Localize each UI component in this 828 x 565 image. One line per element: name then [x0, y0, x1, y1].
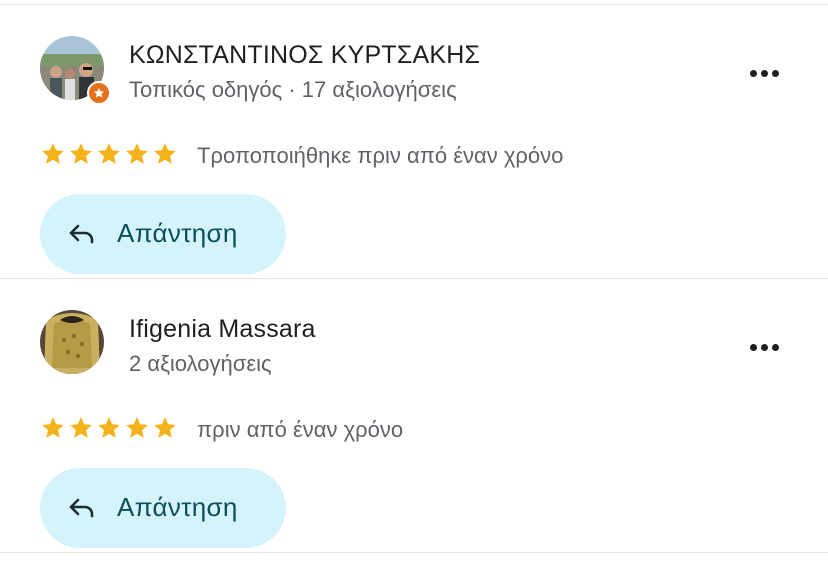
review-card: Ifigenia Massara 2 αξιολογήσεις πριν από…	[0, 279, 828, 553]
more-dots-icon	[749, 343, 757, 351]
review-date: πριν από έναν χρόνο	[197, 417, 404, 442]
review-list: ΚΩΝΣΤΑΝΤΙΝΟΣ ΚΥΡΤΣΑΚΗΣ Τοπικός οδηγός · …	[0, 0, 828, 565]
reply-arrow-icon	[69, 224, 94, 244]
avatar-photo	[40, 310, 104, 374]
reply-button-label: Απάντηση	[117, 492, 238, 522]
star-icon	[42, 417, 64, 438]
star-icon	[70, 143, 92, 164]
star-icon	[98, 417, 120, 438]
more-options-button[interactable]	[742, 55, 786, 91]
reply-button-label: Απάντηση	[117, 218, 238, 248]
star-icon	[70, 417, 92, 438]
star-icon	[98, 143, 120, 164]
reply-arrow-icon	[69, 498, 94, 518]
star-icon	[154, 143, 176, 164]
reviewer-meta: Τοπικός οδηγός · 17 αξιολογήσεις	[129, 77, 457, 102]
star-icon	[154, 417, 176, 438]
divider	[0, 552, 828, 553]
avatar[interactable]	[40, 310, 104, 374]
review-date: Τροποποιήθηκε πριν από έναν χρόνο	[197, 143, 564, 168]
reply-button[interactable]: Απάντηση	[40, 194, 286, 274]
more-options-button[interactable]	[742, 329, 786, 365]
reviewer-name[interactable]: ΚΩΝΣΤΑΝΤΙΝΟΣ ΚΥΡΤΣΑΚΗΣ	[129, 41, 480, 70]
star-icon	[42, 143, 64, 164]
reviewer-name[interactable]: Ifigenia Massara	[129, 315, 316, 344]
star-badge-icon	[93, 88, 105, 98]
star-rating	[40, 415, 178, 441]
review-card: ΚΩΝΣΤΑΝΤΙΝΟΣ ΚΥΡΤΣΑΚΗΣ Τοπικός οδηγός · …	[0, 5, 828, 279]
reviewer-meta: 2 αξιολογήσεις	[129, 351, 272, 376]
reply-button[interactable]: Απάντηση	[40, 468, 286, 548]
star-icon	[126, 417, 148, 438]
star-icon	[126, 143, 148, 164]
more-dots-icon	[749, 69, 757, 77]
star-rating	[40, 141, 178, 167]
local-guide-badge	[87, 81, 111, 105]
